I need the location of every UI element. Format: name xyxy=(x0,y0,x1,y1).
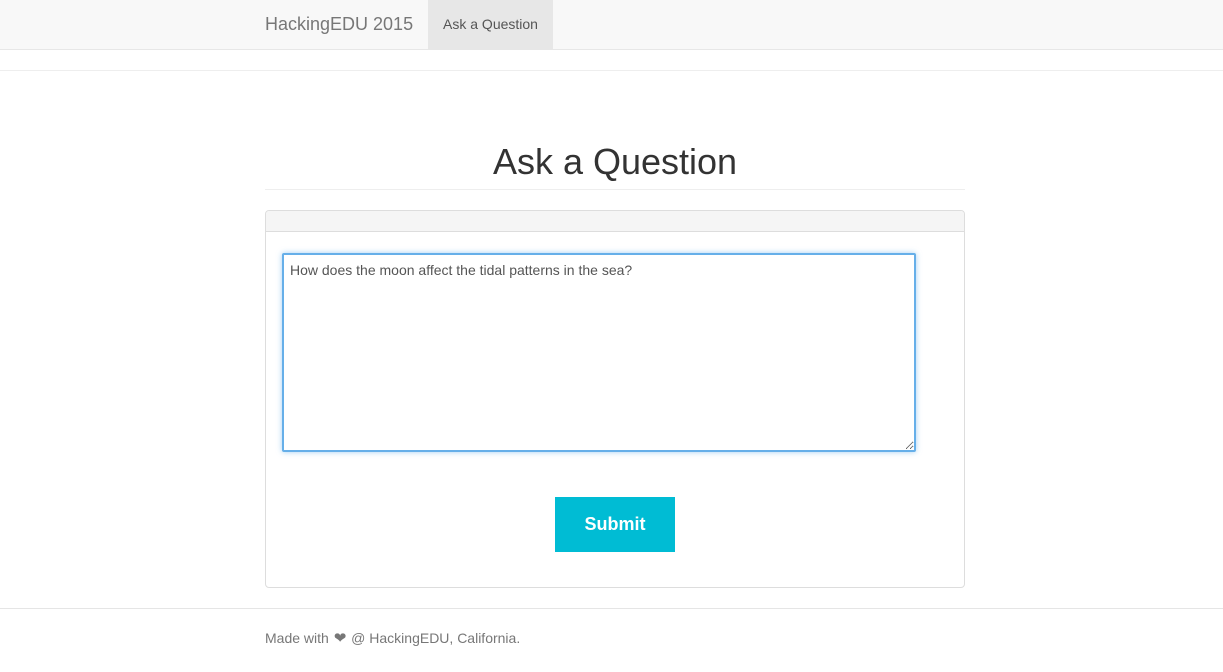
navbar: HackingEDU 2015 Ask a Question xyxy=(0,0,1223,50)
panel-heading xyxy=(266,211,964,232)
heart-icon: ❤ xyxy=(333,630,347,647)
title-divider xyxy=(265,189,965,190)
divider xyxy=(0,70,1223,71)
brand-link[interactable]: HackingEDU 2015 xyxy=(265,0,413,49)
footer-divider xyxy=(0,608,1223,609)
footer-suffix: @ HackingEDU, California. xyxy=(351,630,521,646)
question-panel: How does the moon affect the tidal patte… xyxy=(265,210,965,588)
page-title: Ask a Question xyxy=(492,141,738,182)
nav-ask-question[interactable]: Ask a Question xyxy=(428,0,553,49)
footer-prefix: Made with xyxy=(265,630,329,646)
footer: Made with ❤ @ HackingEDU, California. xyxy=(265,629,520,647)
question-textarea[interactable]: How does the moon affect the tidal patte… xyxy=(282,253,916,452)
submit-button[interactable]: Submit xyxy=(555,497,675,552)
